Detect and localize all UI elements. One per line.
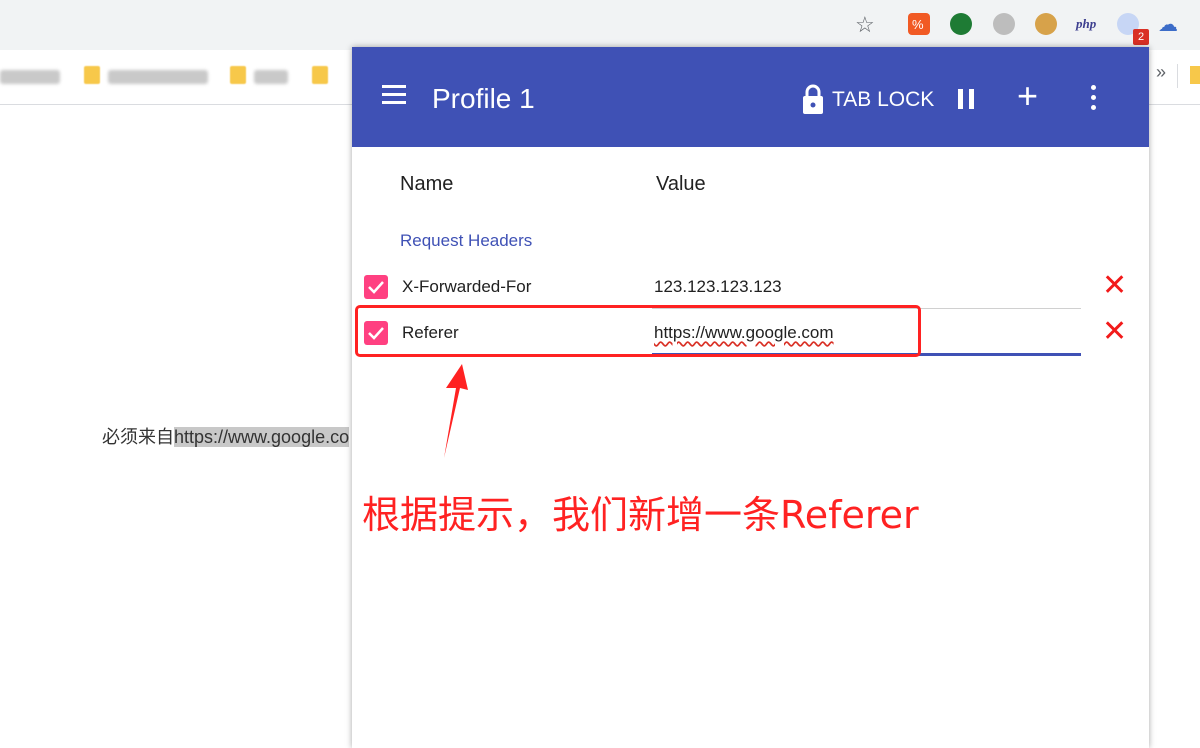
- delete-icon[interactable]: ✕: [1102, 317, 1127, 347]
- check-icon: [368, 281, 384, 294]
- annotation-arrow-icon: [444, 364, 468, 458]
- menu-icon[interactable]: [382, 85, 406, 109]
- address-bar[interactable]: [0, 6, 888, 44]
- extension-badge: 2: [1133, 29, 1149, 45]
- column-header-name: Name: [400, 173, 454, 195]
- bookmarks-overflow-icon[interactable]: »: [1156, 62, 1166, 83]
- annotation-highlight-box: [355, 305, 921, 357]
- bookmark-folder-icon: [84, 66, 100, 84]
- popup-header: Profile 1 TAB LOCK +: [352, 47, 1149, 147]
- pause-icon[interactable]: [958, 89, 976, 109]
- header-value-field[interactable]: 123.123.123.123: [654, 277, 782, 297]
- browser-toolbar: ☆ % php 2 ☁: [0, 0, 1200, 50]
- column-header-value: Value: [656, 173, 706, 195]
- bookmark-item-blurred[interactable]: [0, 70, 60, 84]
- svg-text:%: %: [912, 17, 924, 32]
- modheader-popup: Profile 1 TAB LOCK + Name Value Request …: [352, 47, 1149, 748]
- extension-icon-green[interactable]: [950, 13, 972, 35]
- delete-icon[interactable]: ✕: [1102, 271, 1127, 301]
- bookmark-folder-icon: [312, 66, 328, 84]
- extension-icon-php[interactable]: php: [1076, 16, 1096, 32]
- page-message: 必须来自https://www.google.co: [102, 423, 350, 449]
- section-title-request-headers: Request Headers: [400, 231, 533, 250]
- bookmark-star-icon[interactable]: ☆: [855, 12, 875, 38]
- extension-icon-globe[interactable]: [993, 13, 1015, 35]
- lock-icon[interactable]: [802, 83, 824, 115]
- bookmark-folder-icon: [1190, 66, 1200, 84]
- header-name-field[interactable]: X-Forwarded-For: [402, 277, 531, 297]
- extension-icon-cookie[interactable]: [1035, 13, 1057, 35]
- bookmark-item-blurred[interactable]: [108, 70, 208, 84]
- add-icon[interactable]: +: [1017, 76, 1038, 116]
- more-vert-icon[interactable]: [1091, 85, 1097, 115]
- extension-icon-percent[interactable]: %: [908, 13, 930, 35]
- page-message-prefix: 必须来自: [102, 427, 174, 448]
- header-enabled-checkbox[interactable]: [364, 275, 388, 299]
- cloud-icon[interactable]: ☁: [1158, 12, 1178, 37]
- annotation-text: 根据提示，我们新增一条Referer: [362, 493, 919, 537]
- profile-title[interactable]: Profile 1: [432, 83, 535, 115]
- page-message-selected-url: https://www.google.co: [174, 427, 350, 447]
- bookmark-item-blurred[interactable]: [254, 70, 288, 84]
- bookmarks-separator: [1177, 64, 1178, 88]
- bookmark-folder-icon: [230, 66, 246, 84]
- tab-lock-button[interactable]: TAB LOCK: [832, 88, 934, 112]
